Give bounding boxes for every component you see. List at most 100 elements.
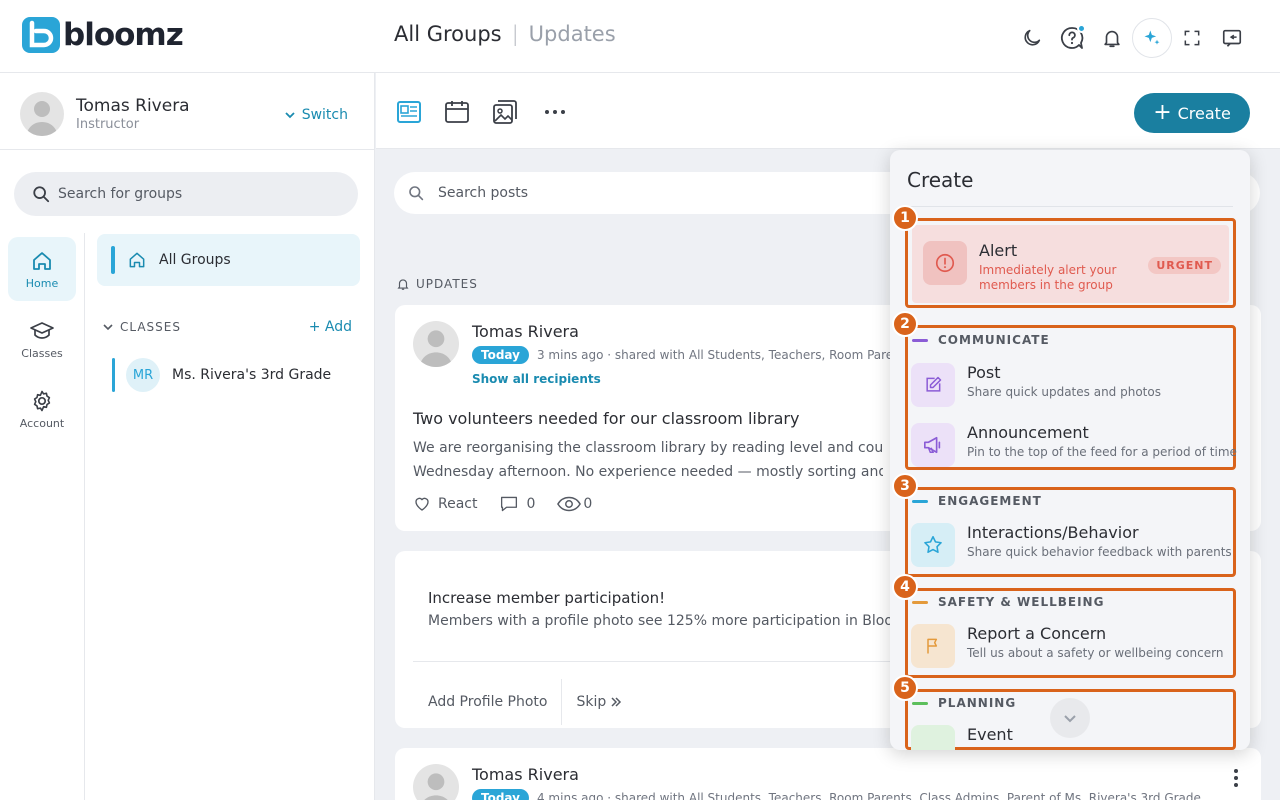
skip-button[interactable]: Skip [576,694,622,710]
safety-header-label: SAFETY & WELLBEING [938,595,1105,609]
switch-button[interactable]: Switch [284,107,348,123]
posts-view-icon[interactable] [396,99,422,125]
chevron-down-icon [1064,715,1076,723]
react-button[interactable]: React [413,495,477,513]
class-item[interactable]: MR Ms. Rivera's 3rd Grade [112,358,331,392]
poster-avatar[interactable] [413,764,459,800]
post-meta: Today 4 mins ago · shared with All Stude… [472,789,1201,800]
add-class-button[interactable]: + Add [309,319,352,335]
gear-icon [33,390,51,411]
active-indicator [111,246,115,274]
rail-account[interactable]: Account [8,377,76,441]
step-badge-2: 2 [892,311,918,337]
create-button[interactable]: + Create [1134,93,1250,133]
comments-button[interactable]: 0 [499,495,535,513]
poster-name[interactable]: Tomas Rivera [472,765,579,784]
rail-home[interactable]: Home [8,237,76,301]
rail-classes[interactable]: Classes [8,307,76,371]
show-all-recipients-link[interactable]: Show all recipients [472,372,601,386]
bloomz-logo[interactable]: bloomz [22,17,184,53]
create-menu: Create Alert Immediately alert your memb… [890,150,1250,750]
view-count: 0 [583,496,593,512]
feed-toolbar: + Create [376,73,1280,149]
report-concern-item-desc: Tell us about a safety or wellbeing conc… [967,646,1224,660]
create-announcement-item[interactable]: Announcement Pin to the top of the feed … [911,423,1237,467]
eye-icon [557,496,582,512]
interactions-item-desc: Share quick behavior feedback with paren… [967,545,1232,559]
plus-icon: + [1153,100,1172,125]
planning-header: PLANNING [912,696,1016,710]
search-posts-placeholder: Search posts [438,185,529,201]
logo-text: bloomz [63,17,184,53]
post-meta-text: 3 mins ago · shared with All Students, T… [536,348,912,362]
create-menu-divider [907,206,1233,207]
promo-title: Increase member participation! [428,589,666,607]
alert-icon [923,241,967,285]
rail-home-label: Home [25,276,59,290]
announcement-item-desc: Pin to the top of the feed for a period … [967,445,1237,459]
create-event-item[interactable]: Event [911,725,1013,750]
avatar[interactable] [20,92,64,136]
help-icon[interactable] [1052,19,1092,57]
more-options-icon[interactable] [542,99,568,125]
post-menu-icon[interactable] [1233,768,1239,788]
calendar-icon[interactable] [444,99,470,125]
scroll-down-button[interactable] [1050,698,1090,738]
user-row: Tomas Rivera Instructor Switch [0,73,374,150]
user-name: Tomas Rivera [76,96,190,116]
post-body-line: Wednesday afternoon. No experience neede… [413,464,883,480]
add-profile-photo-button[interactable]: Add Profile Photo [428,694,547,710]
class-name: Ms. Rivera's 3rd Grade [172,367,332,383]
alert-item-desc: Immediately alert your [979,263,1117,277]
poster-name[interactable]: Tomas Rivera [472,322,579,341]
home-icon [129,252,145,268]
event-item-name: Event [967,725,1013,744]
megaphone-icon [911,423,955,467]
dark-mode-icon[interactable] [1012,19,1052,57]
class-initials-avatar: MR [126,358,160,392]
step-badge-3: 3 [892,473,918,499]
promo-body: Members with a profile photo see 125% mo… [428,613,890,629]
class-indicator [112,358,115,392]
page-title: All Groups | Updates [394,22,616,46]
create-report-concern-item[interactable]: Report a Concern Tell us about a safety … [911,624,1223,668]
step-badge-1: 1 [892,205,918,231]
post-meta: Today 3 mins ago · shared with All Stude… [472,346,912,364]
alert-item-desc: members in the group [979,278,1113,292]
alert-item-content: Alert Immediately alert your members in … [923,241,1116,292]
event-icon [911,725,955,750]
double-chevron-right-icon [611,697,622,707]
create-interactions-item[interactable]: Interactions/Behavior Share quick behavi… [911,523,1232,567]
fullscreen-icon[interactable] [1172,19,1212,57]
interactions-item-name: Interactions/Behavior [967,523,1139,542]
post-reactions: React 0 0 [413,495,614,513]
heart-icon [415,497,429,511]
post-meta-text: 4 mins ago · shared with All Students, T… [536,791,1201,800]
alert-item-name: Alert [979,241,1018,260]
logo-mark-icon [22,17,60,53]
all-groups-item[interactable]: All Groups [97,234,360,286]
gallery-icon[interactable] [492,99,518,125]
chevron-down-icon [103,324,113,331]
step-badge-4: 4 [892,574,918,600]
alert-item[interactable]: Alert Immediately alert your members in … [912,225,1229,303]
views-indicator: 0 [557,495,592,513]
ai-sparkle-icon[interactable] [1132,18,1172,58]
post-title: Two volunteers needed for our classroom … [413,409,800,428]
collapse-panel-icon[interactable] [1212,19,1252,57]
announcement-item-name: Announcement [967,423,1089,442]
planning-header-label: PLANNING [938,696,1017,710]
poster-avatar[interactable] [413,321,459,367]
edit-icon [911,363,955,407]
all-groups-label: All Groups [159,252,231,268]
title-separator: | [511,22,519,46]
user-role: Instructor [76,117,140,132]
search-groups-input[interactable]: Search for groups [14,172,358,216]
bell-icon[interactable] [1092,19,1132,57]
action-separator [561,679,563,725]
create-post-item[interactable]: Post Share quick updates and photos [911,363,1161,407]
create-button-label: Create [1177,103,1231,123]
top-icons [1012,18,1252,58]
step-badge-5: 5 [892,675,918,701]
create-section-safety: SAFETY & WELLBEING Report a Concern Tell… [905,588,1236,678]
